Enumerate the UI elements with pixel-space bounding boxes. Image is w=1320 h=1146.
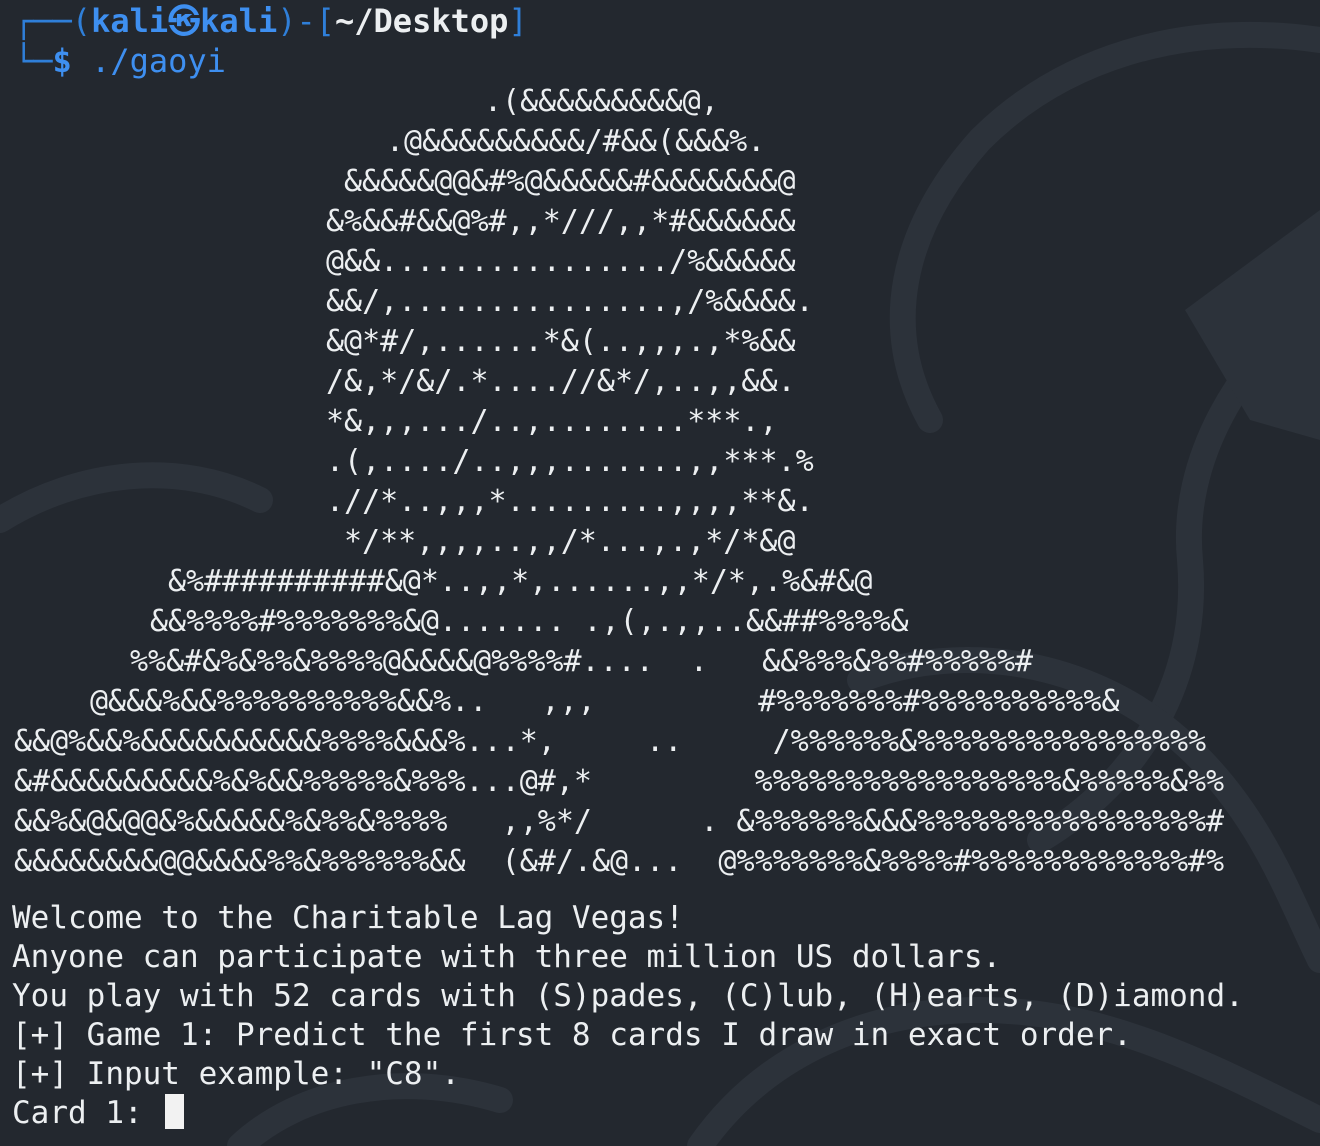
- prompt-box-top: ┌──(: [14, 2, 92, 40]
- prompt-directory: ~/Desktop: [335, 2, 509, 40]
- ascii-art-line: &%##########&@*..,,*,......,,*/*,.%&#&@: [168, 564, 873, 599]
- ascii-art-line: .(&&&&&&&&&@,: [484, 84, 719, 119]
- ascii-art-line: &#&&&&&&&&&%&%&&%%%%%&%%%...@#,* %%%%%%%…: [14, 764, 1225, 799]
- kali-skull-icon: ㉿: [168, 2, 201, 40]
- prompt-header: ┌──(kali㉿kali)-[~/Desktop]: [14, 2, 528, 41]
- card-input-line[interactable]: Card 1:: [12, 1094, 1244, 1133]
- prompt-host: kali: [200, 2, 278, 40]
- prompt-dollar: $: [52, 42, 72, 80]
- card-input-prompt: Card 1:: [12, 1095, 162, 1131]
- output-line: You play with 52 cards with (S)pades, (C…: [12, 978, 1244, 1014]
- output-line: [+] Game 1: Predict the first 8 cards I …: [12, 1017, 1132, 1053]
- ascii-art-line: */**,,,,..,,/*...,.,*/*&@: [344, 524, 796, 559]
- ascii-art-line: @&&&%&&%%%%%%%%%%&&%.. ,,, #%%%%%%%#%%%%…: [90, 684, 1120, 719]
- ascii-art-line: &&&&&@@&#%@&&&&&#&&&&&&&@: [344, 164, 796, 199]
- prompt-box-bottom: └─: [14, 42, 53, 80]
- prompt-box-end: ]: [508, 2, 528, 40]
- ascii-art-line: %%&#&%&%%&%%%%@&&&&@%%%%#.... . &&%%%&%%…: [130, 644, 1034, 679]
- ascii-art-line: *&,,,.../..,........***.,: [326, 404, 778, 439]
- ascii-art-line: /&,*/&/.*....//&*/,..,,&&.: [326, 364, 796, 399]
- ascii-art-line: .@&&&&&&&&&/#&&(&&&%.: [386, 124, 766, 159]
- ascii-art-line: &&@%&&%&&&&&&&&&&%%%%&&&%...*, .. /%%%%%…: [14, 724, 1207, 759]
- output-line: [+] Input example: "C8".: [12, 1056, 460, 1092]
- ascii-art-line: .(,..../..,,,.......,,***.%: [326, 444, 814, 479]
- ascii-art-line: &&%&@&@@&%&&&&&%&%%&%%%% ,,%*/ . &%%%%%%…: [14, 804, 1225, 839]
- terminal-cursor[interactable]: [165, 1094, 185, 1129]
- program-output: Welcome to the Charitable Lag Vegas! Any…: [12, 899, 1244, 1133]
- prompt-command: ./gaoyi: [71, 42, 226, 80]
- ascii-art-line: &@*#/,......*&(..,,,.,*%&&: [326, 324, 796, 359]
- ascii-art-line: &&%%%%#%%%%%%%&@....... .,(,.,,..&&##%%%…: [150, 604, 909, 639]
- terminal-window[interactable]: ┌──(kali㉿kali)-[~/Desktop] └─$ ./gaoyi .…: [0, 0, 1320, 1146]
- output-line: Anyone can participate with three millio…: [12, 939, 1002, 975]
- ascii-art-line: .//*..,,,*.........,,,,**&.: [326, 484, 814, 519]
- prompt-command-line: └─$ ./gaoyi: [14, 42, 226, 81]
- ascii-art-line: &&/,...............,/%&&&&.: [326, 284, 814, 319]
- ascii-art-line: @&&................/%&&&&&: [326, 244, 796, 279]
- ascii-art-line: &%&&#&&@%#,,*///,,*#&&&&&&: [326, 204, 796, 239]
- prompt-user: kali: [91, 2, 169, 40]
- prompt-box-mid: )-[: [277, 2, 335, 40]
- output-line: Welcome to the Charitable Lag Vegas!: [12, 900, 684, 936]
- ascii-art-line: &&&&&&&&@@&&&&%%&%%%%%%&& (&#/.&@... @%%…: [14, 844, 1225, 879]
